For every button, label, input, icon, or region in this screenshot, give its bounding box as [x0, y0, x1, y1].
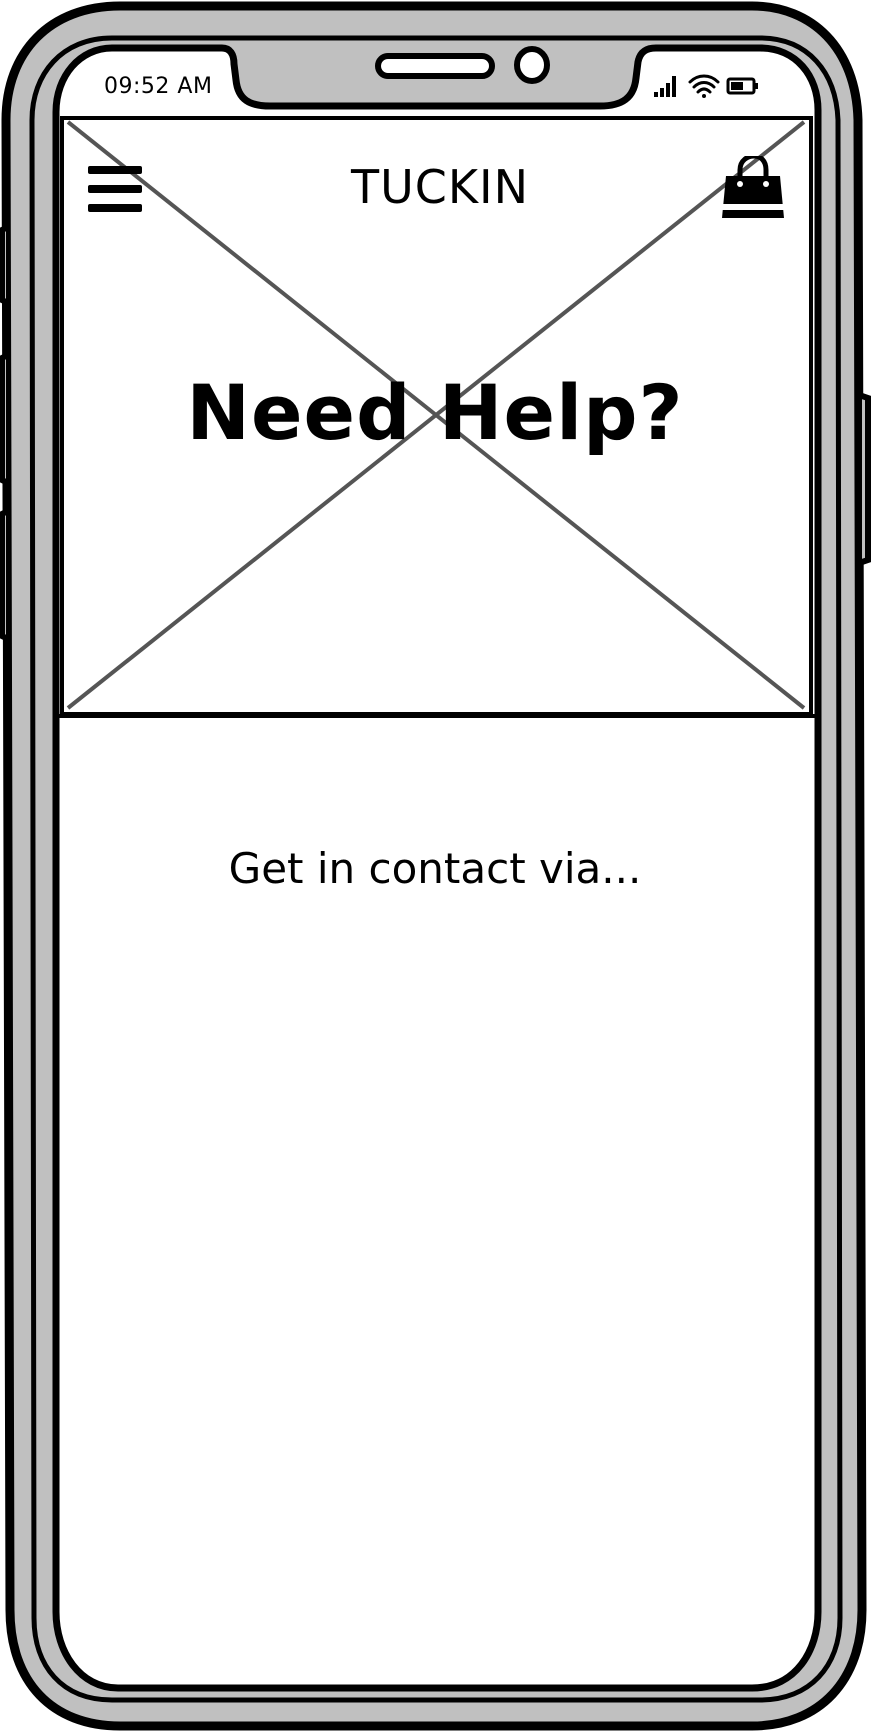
wifi-icon [688, 74, 720, 98]
hamburger-menu-icon[interactable] [86, 164, 146, 216]
status-bar-icons [652, 72, 762, 100]
app-title: TUCKIN [350, 160, 530, 214]
battery-icon [726, 77, 758, 95]
contact-heading: Get in contact via... [228, 844, 642, 893]
cellular-signal-icon [654, 76, 676, 97]
hero-title: Need Help? [186, 368, 684, 457]
shopping-bag-icon[interactable] [718, 153, 788, 224]
status-time: 09:52 AM [104, 74, 213, 99]
